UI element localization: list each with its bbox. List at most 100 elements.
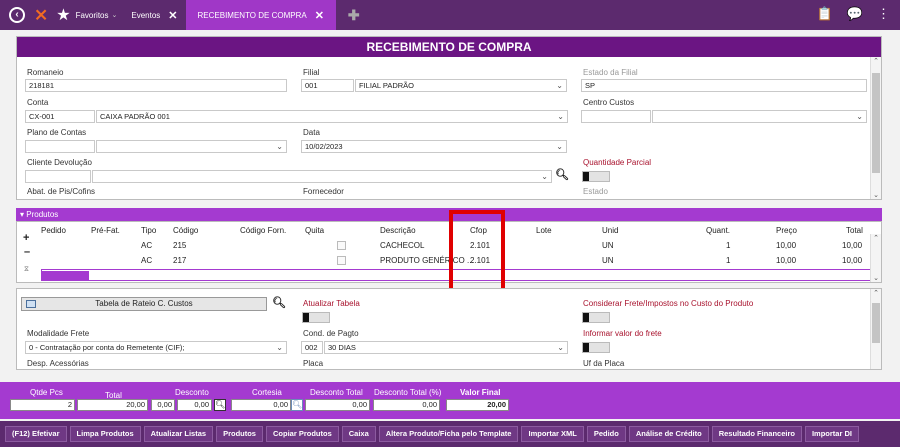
quantidade-parcial-toggle[interactable] bbox=[582, 171, 610, 182]
clipboard-icon[interactable]: 📋 bbox=[817, 6, 833, 22]
col-quant[interactable]: Quant. bbox=[706, 226, 730, 235]
top-bar: ‹ ⨯ ★ Favoritos ⌄ Eventos ✕ RECEBIMENTO … bbox=[0, 0, 900, 30]
back-icon[interactable]: ‹ bbox=[8, 6, 26, 24]
search-icon[interactable]: 🔍︎ bbox=[291, 399, 303, 411]
totals-bar: Qtde Pcs 2 Total 20,00 Desconto 0,00 0,0… bbox=[0, 382, 900, 419]
tab-recebimento-compra[interactable]: RECEBIMENTO DE COMPRA ✕ bbox=[185, 0, 336, 30]
search-icon[interactable]: 🔍︎ bbox=[272, 296, 286, 309]
col-quita[interactable]: Quita bbox=[305, 226, 324, 235]
scroll-thumb[interactable] bbox=[872, 73, 880, 173]
chevron-up-icon[interactable]: ⌃ bbox=[871, 57, 881, 65]
cond-pagto-label: Cond. de Pagto bbox=[303, 329, 359, 338]
efetivar-button[interactable]: (F12) Efetivar bbox=[5, 426, 67, 442]
quita-checkbox[interactable] bbox=[337, 256, 346, 265]
resultado-financeiro-button[interactable]: Resultado Financeiro bbox=[711, 426, 802, 442]
cell-tipo: AC bbox=[141, 256, 153, 265]
cond-pagto-name: 30 DIAS bbox=[328, 343, 356, 352]
active-cell[interactable] bbox=[41, 271, 89, 280]
col-descricao[interactable]: Descrição bbox=[380, 226, 416, 235]
estado-filial-field[interactable]: SP bbox=[581, 79, 867, 92]
cliente-devolucao-code-field[interactable] bbox=[25, 170, 91, 183]
search-icon[interactable]: 🔍︎ bbox=[214, 399, 226, 411]
filial-code-field[interactable]: 001 bbox=[301, 79, 354, 92]
analise-credito-button[interactable]: Análise de Crédito bbox=[628, 426, 709, 442]
quita-checkbox[interactable] bbox=[337, 241, 346, 250]
romaneio-label: Romaneio bbox=[27, 68, 64, 77]
importar-di-button[interactable]: Importar DI bbox=[804, 426, 859, 442]
chevron-down-icon[interactable]: ⌄ bbox=[871, 274, 881, 282]
col-pre-fat[interactable]: Pré-Fat. bbox=[91, 226, 120, 235]
col-total[interactable]: Total bbox=[846, 226, 863, 235]
copiar-produtos-button[interactable]: Copiar Produtos bbox=[265, 426, 339, 442]
cell-unid: UN bbox=[602, 241, 614, 250]
plano-contas-select[interactable]: ⌄ bbox=[96, 140, 287, 153]
romaneio-field[interactable]: 218181 bbox=[25, 79, 287, 92]
conta-code-field[interactable]: CX-001 bbox=[25, 110, 95, 123]
bottom-form-scrollbar[interactable]: ⌃ bbox=[870, 289, 881, 369]
col-tipo[interactable]: Tipo bbox=[141, 226, 156, 235]
cortesia-value[interactable]: 0,00 bbox=[231, 399, 291, 411]
add-row-icon[interactable]: + bbox=[23, 232, 29, 244]
chevron-down-icon[interactable]: ⌄ bbox=[871, 191, 881, 199]
placa-label: Placa bbox=[303, 359, 324, 368]
qtde-pcs-label: Qtde Pcs bbox=[30, 388, 63, 397]
desconto-value-2[interactable]: 0,00 bbox=[177, 399, 212, 411]
importar-xml-button[interactable]: Importar XML bbox=[521, 426, 584, 442]
centro-custos-select[interactable]: ⌄ bbox=[652, 110, 867, 123]
chevron-down-icon: ⌄ bbox=[111, 12, 118, 19]
tab-favoritos[interactable]: Favoritos ⌄ bbox=[76, 0, 118, 30]
cfop-highlight-box bbox=[449, 210, 505, 297]
modalidade-frete-label: Modalidade Frete bbox=[27, 329, 90, 338]
cell-codigo: 215 bbox=[173, 241, 187, 250]
chevron-up-icon[interactable]: ⌃ bbox=[871, 289, 881, 297]
close-icon[interactable]: ✕ bbox=[315, 9, 324, 22]
cond-pagto-select[interactable]: 30 DIAS ⌄ bbox=[324, 341, 568, 354]
atualizar-tabela-toggle[interactable] bbox=[302, 312, 330, 323]
data-field[interactable]: 10/02/2023 ⌄ bbox=[301, 140, 567, 153]
filial-select[interactable]: FILIAL PADRÃO ⌄ bbox=[355, 79, 567, 92]
chat-icon[interactable]: 💬 bbox=[847, 6, 863, 22]
col-codigo[interactable]: Código bbox=[173, 226, 198, 235]
desconto-value-1[interactable]: 0,00 bbox=[151, 399, 175, 411]
filter-icon[interactable]: ⧖ bbox=[24, 266, 29, 274]
search-icon[interactable]: 🔍︎ bbox=[555, 168, 569, 181]
col-lote[interactable]: Lote bbox=[536, 226, 552, 235]
altera-produto-button[interactable]: Altera Produto/Ficha pelo Template bbox=[378, 426, 519, 442]
chevron-down-icon: ⌄ bbox=[556, 81, 563, 90]
modalidade-frete-select[interactable]: 0 - Contratação por conta do Remetente (… bbox=[25, 341, 287, 354]
rateio-centro-custos-button[interactable]: Tabela de Rateio C. Custos bbox=[21, 297, 267, 311]
caixa-button[interactable]: Caixa bbox=[341, 426, 376, 442]
col-codigo-forn[interactable]: Código Forn. bbox=[240, 226, 286, 235]
atualizar-listas-button[interactable]: Atualizar Listas bbox=[143, 426, 214, 442]
form-scrollbar[interactable]: ⌃ ⌄ bbox=[870, 57, 881, 199]
col-pedido[interactable]: Pedido bbox=[41, 226, 66, 235]
cliente-devolucao-select[interactable]: ⌄ bbox=[92, 170, 552, 183]
scroll-thumb[interactable] bbox=[872, 303, 880, 343]
cell-unid: UN bbox=[602, 256, 614, 265]
col-preco[interactable]: Preço bbox=[776, 226, 797, 235]
considerar-frete-toggle[interactable] bbox=[582, 312, 610, 323]
star-icon[interactable]: ★ bbox=[56, 5, 70, 25]
tab-eventos[interactable]: Eventos ✕ bbox=[131, 0, 177, 30]
cond-pagto-code-field[interactable]: 002 bbox=[301, 341, 323, 354]
informar-frete-toggle[interactable] bbox=[582, 342, 610, 353]
data-value: 10/02/2023 bbox=[305, 142, 343, 151]
page-title: RECEBIMENTO DE COMPRA bbox=[17, 37, 881, 57]
grid-scrollbar[interactable]: ⌃ ⌄ bbox=[870, 234, 881, 282]
add-tab-icon[interactable]: ✚ bbox=[348, 7, 360, 24]
limpa-produtos-button[interactable]: Limpa Produtos bbox=[69, 426, 141, 442]
uf-placa-label: Uf da Placa bbox=[583, 359, 625, 368]
col-unid[interactable]: Unid bbox=[602, 226, 618, 235]
conta-select[interactable]: CAIXA PADRÃO 001 ⌄ bbox=[96, 110, 568, 123]
produtos-header-label: Produtos bbox=[26, 210, 59, 219]
pedido-button[interactable]: Pedido bbox=[586, 426, 626, 442]
produtos-button[interactable]: Produtos bbox=[216, 426, 263, 442]
chevron-down-icon: ⌄ bbox=[556, 142, 563, 151]
centro-custos-code-field[interactable] bbox=[581, 110, 651, 123]
chevron-up-icon[interactable]: ⌃ bbox=[871, 234, 881, 242]
remove-row-icon[interactable]: – bbox=[24, 246, 30, 258]
close-icon[interactable]: ✕ bbox=[168, 9, 177, 22]
more-vertical-icon[interactable]: ⋮ bbox=[877, 6, 890, 22]
plano-contas-code-field[interactable] bbox=[25, 140, 95, 153]
table-icon bbox=[26, 300, 36, 308]
